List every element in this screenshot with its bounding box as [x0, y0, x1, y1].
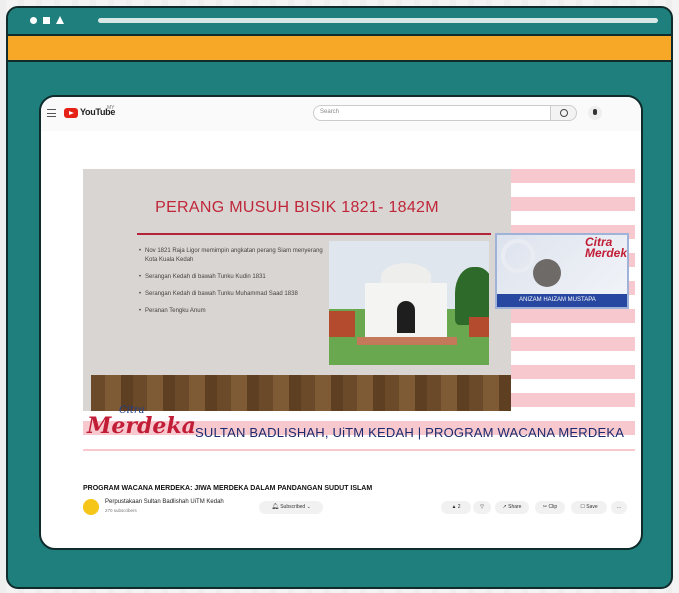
region-code: MY	[107, 105, 115, 111]
presentation-slide: PERANG MUSUH BISIK 1821- 1842M Nov 1821 …	[83, 169, 511, 411]
like-count: 2	[457, 504, 461, 510]
like-button[interactable]: ▲ 2	[441, 501, 471, 514]
wooden-floor	[91, 375, 511, 411]
speaker-pip: Citra Merdeka ANIZAM HAIZAM MUSTAPA	[495, 233, 629, 309]
slide-divider	[137, 233, 491, 235]
clip-label: Clip	[548, 504, 558, 510]
menu-icon[interactable]	[47, 109, 56, 117]
slide-bullets: Nov 1821 Raja Ligor memimpin angkatan pe…	[139, 247, 325, 324]
search-input[interactable]: Search	[313, 105, 551, 121]
address-bar[interactable]	[98, 18, 658, 23]
banner-text: SULTAN BADLISHAH, UiTM KEDAH | PROGRAM W…	[195, 425, 625, 440]
fort-photo	[329, 241, 489, 365]
save-button[interactable]: ☐ Save	[571, 501, 607, 514]
save-label: Save	[586, 504, 598, 510]
square-icon	[43, 17, 50, 24]
subscribe-button[interactable]: 🔔︎ Subscribed ⌄	[259, 501, 323, 514]
share-button[interactable]: ↗ Share	[495, 501, 529, 514]
slide-title: PERANG MUSUH BISIK 1821- 1842M	[155, 199, 439, 216]
more-button[interactable]: ...	[611, 501, 627, 514]
fort-doorway	[397, 301, 415, 333]
share-label: Share	[508, 504, 522, 510]
pip-logo: Citra Merdeka	[585, 235, 629, 260]
speaker-caption: ANIZAM HAIZAM MUSTAPA	[497, 294, 627, 307]
brick-wall-right	[469, 317, 489, 337]
speaker-avatar	[533, 259, 561, 287]
clip-button[interactable]: ✂ Clip	[535, 501, 565, 514]
microphone-icon[interactable]	[588, 106, 602, 120]
subscriber-count: 270 subscribers	[105, 508, 137, 513]
dislike-button[interactable]: ▽	[473, 501, 491, 514]
circle-icon	[30, 17, 37, 24]
bell-icon: 🔔︎	[271, 504, 279, 510]
banner-logo: Merdeka	[87, 413, 196, 439]
channel-avatar[interactable]	[83, 499, 99, 515]
title-bar	[8, 8, 671, 36]
slide-bullet: Serangan Kedah di bawah Tunku Muhammad S…	[139, 290, 325, 299]
video-title: PROGRAM WACANA MERDEKA: JIWA MERDEKA DAL…	[83, 485, 373, 492]
subscribe-label: Subscribed	[280, 504, 306, 510]
youtube-logo-icon[interactable]	[64, 108, 78, 118]
youtube-header: YouTube MY Search	[41, 97, 641, 131]
slide-bullet: Serangan Kedah di bawah Tunku Kudin 1831	[139, 273, 325, 282]
slide-bullet: Peranan Tengku Anum	[139, 307, 325, 316]
pip-decoration	[501, 239, 535, 273]
youtube-window: YouTube MY Search PERANG MUSUH BISIK 182…	[39, 95, 643, 550]
fort-steps	[357, 337, 457, 345]
triangle-icon	[56, 16, 64, 24]
lower-third-banner: Citra Merdeka SULTAN BADLISHAH, UiTM KED…	[83, 405, 635, 451]
video-player[interactable]: PERANG MUSUH BISIK 1821- 1842M Nov 1821 …	[83, 169, 635, 451]
search-icon[interactable]	[551, 105, 577, 121]
slide-bullet: Nov 1821 Raja Ligor memimpin angkatan pe…	[139, 247, 325, 265]
channel-name[interactable]: Perpustakaan Sultan Badlishah UiTM Kedah	[105, 499, 224, 505]
toolbar-strip	[8, 36, 671, 62]
brick-wall-left	[329, 311, 355, 337]
